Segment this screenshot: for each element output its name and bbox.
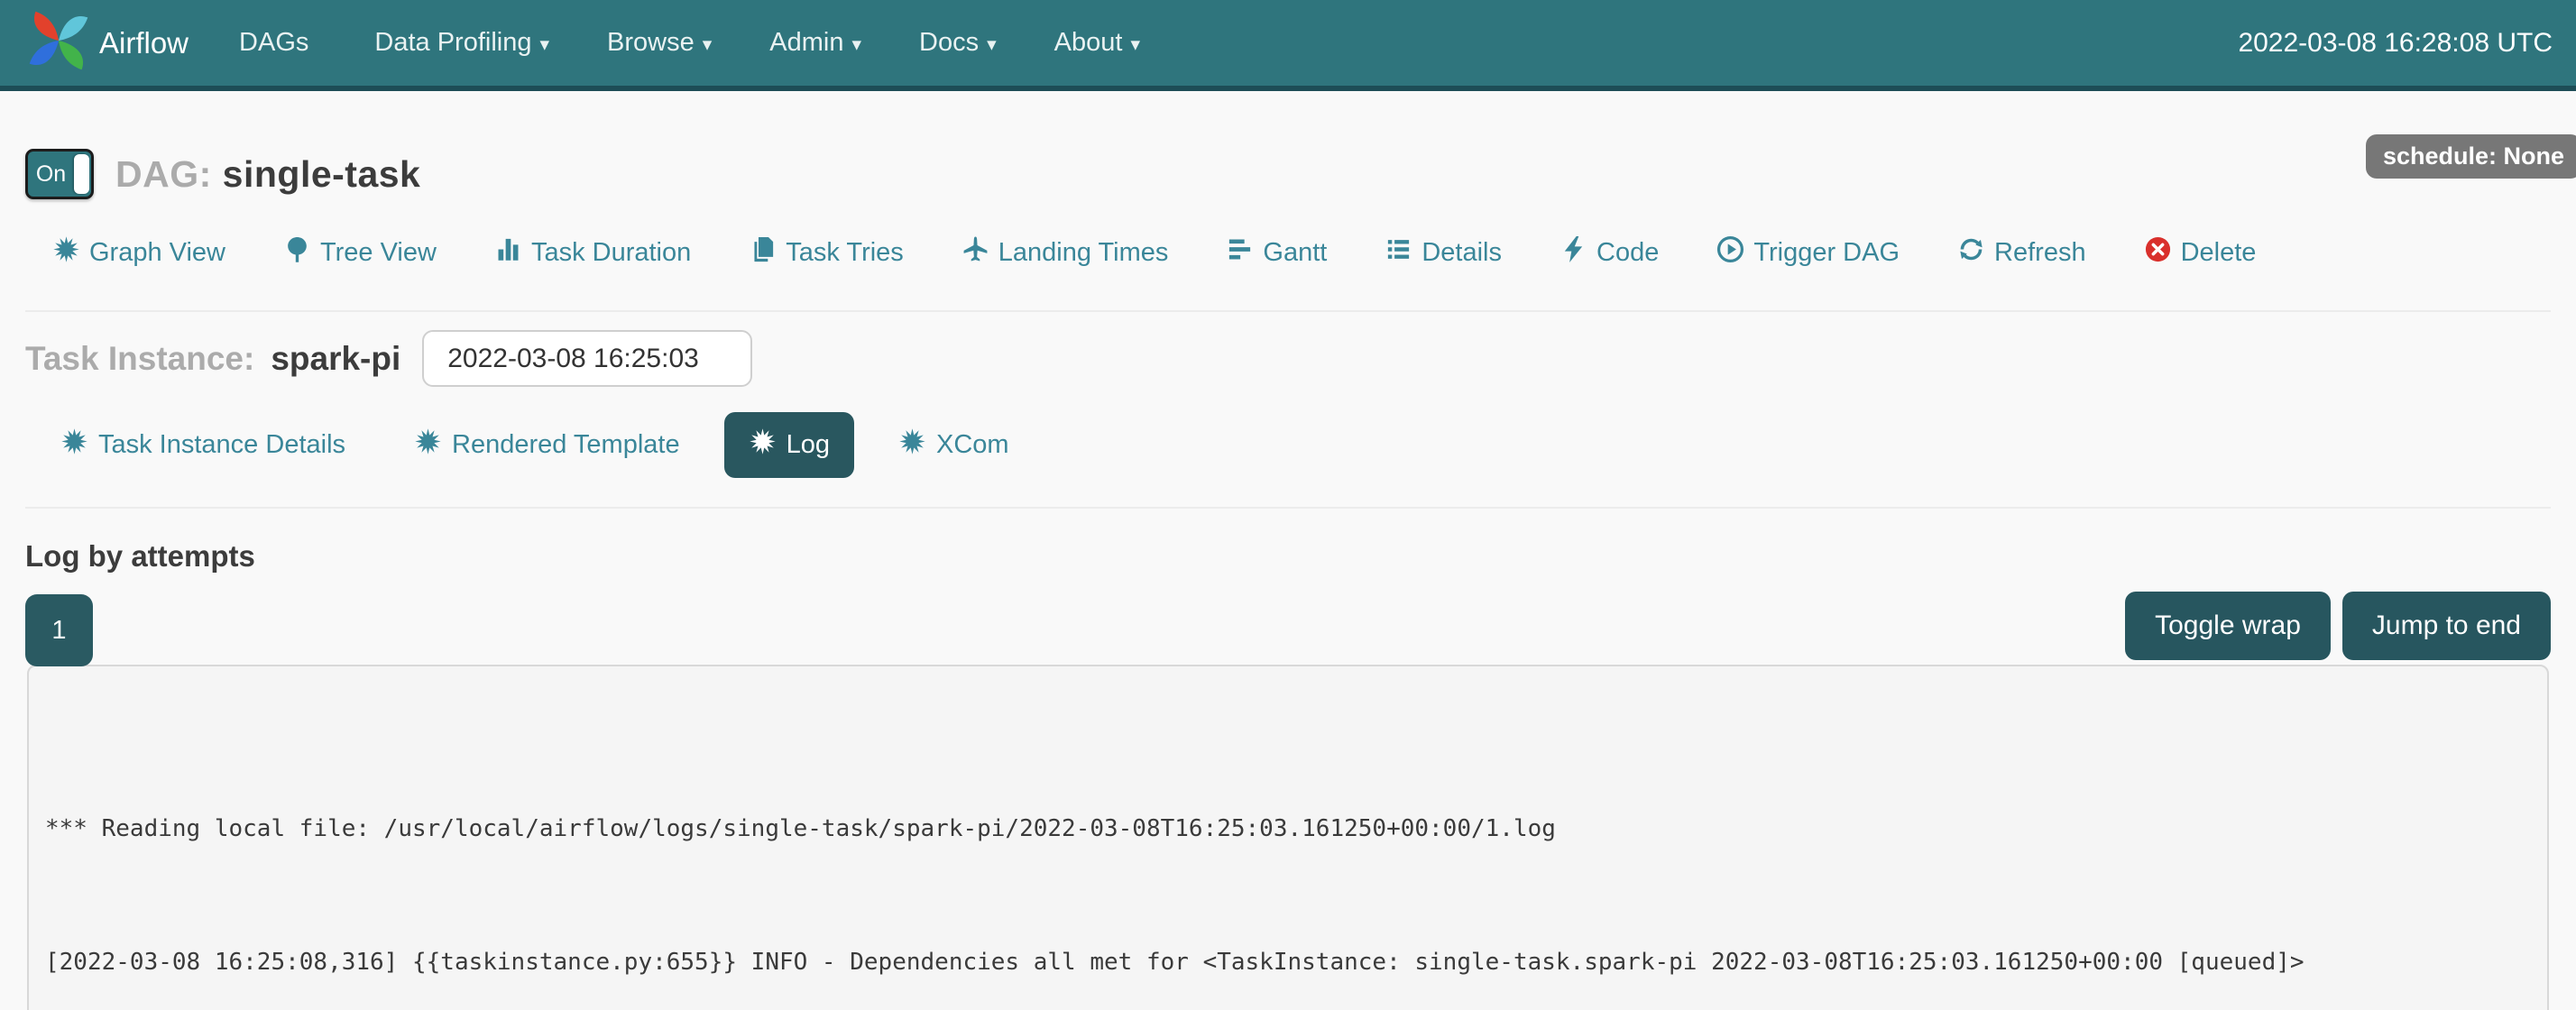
task-instance-label: Task Instance: (25, 340, 254, 378)
task-instance-header: Task Instance: spark-pi (25, 330, 2551, 387)
ti-button-label: Task Instance Details (98, 430, 345, 460)
tab-label: Code (1596, 238, 1659, 268)
tab-graph-view[interactable]: Graph View (52, 235, 225, 271)
ti-button-label: Rendered Template (452, 430, 680, 460)
log-output: *** Reading local file: /usr/local/airfl… (27, 665, 2549, 1010)
execution-date-input[interactable] (422, 330, 752, 387)
button-rendered-template[interactable]: Rendered Template (390, 412, 704, 478)
nav-item-admin[interactable]: Admin ▾ (769, 28, 861, 58)
nav-item-label: Browse (607, 28, 695, 58)
toggle-on-label: On (28, 161, 74, 188)
tab-label: Details (1421, 238, 1502, 268)
tab-refresh[interactable]: Refresh (1957, 235, 2086, 271)
nav-item-label: Admin (769, 28, 843, 58)
tab-label: Graph View (89, 238, 225, 268)
button-task-instance-details[interactable]: Task Instance Details (36, 412, 370, 478)
starburst-icon (749, 427, 777, 463)
dag-prefix: DAG: (115, 153, 212, 195)
dag-name: single-task (223, 153, 421, 195)
section-divider (25, 507, 2551, 509)
tab-label: Task Tries (786, 238, 904, 268)
schedule-badge: schedule: None (2366, 134, 2576, 179)
ti-button-label: Log (787, 430, 830, 460)
gantt-bars-icon (1226, 235, 1254, 271)
copy-icon (749, 235, 777, 271)
delete-circle-icon (2144, 235, 2172, 271)
starburst-icon (898, 427, 926, 463)
top-navbar: Airflow DAGs Data Profiling ▾ Browse ▾ A… (0, 0, 2576, 91)
section-divider (25, 310, 2551, 312)
brand-name: Airflow (99, 26, 189, 60)
ti-button-label: XCom (936, 430, 1009, 460)
button-log[interactable]: Log (724, 412, 854, 478)
tab-label: Gantt (1263, 238, 1327, 268)
dag-header: On DAG: single-task schedule: None (25, 149, 2551, 199)
chevron-down-icon: ▾ (703, 32, 713, 54)
log-controls: 1 Toggle wrap Jump to end (25, 592, 2551, 665)
chevron-down-icon: ▾ (851, 32, 861, 54)
nav-item-browse[interactable]: Browse ▾ (607, 28, 712, 58)
tab-landing-times[interactable]: Landing Times (961, 235, 1169, 271)
plane-icon (961, 235, 989, 271)
page-title: DAG: single-task (115, 153, 420, 196)
tab-label: Tree View (320, 238, 437, 268)
nav-item-dags[interactable]: DAGs (239, 28, 317, 58)
log-line: *** Reading local file: /usr/local/airfl… (45, 813, 2531, 846)
nav-item-label: About (1054, 28, 1123, 58)
bolt-icon (1559, 235, 1587, 271)
jump-to-end-button[interactable]: Jump to end (2342, 592, 2551, 660)
airflow-pinwheel-icon (23, 5, 94, 80)
tab-code[interactable]: Code (1559, 235, 1659, 271)
list-icon (1385, 235, 1412, 271)
tab-task-tries[interactable]: Task Tries (749, 235, 904, 271)
tab-label: Landing Times (998, 238, 1169, 268)
log-line: [2022-03-08 16:25:08,316] {{taskinstance… (45, 946, 2531, 979)
button-xcom[interactable]: XCom (874, 412, 1034, 478)
tab-trigger-dag[interactable]: Trigger DAG (1716, 235, 1900, 271)
bar-chart-icon (494, 235, 522, 271)
nav-item-about[interactable]: About ▾ (1054, 28, 1140, 58)
starburst-icon (414, 427, 442, 463)
chevron-down-icon: ▾ (539, 32, 549, 54)
attempt-1-tab[interactable]: 1 (25, 594, 93, 666)
nav-item-label: Docs (919, 28, 979, 58)
tree-icon (283, 235, 311, 271)
chevron-down-icon: ▾ (1130, 32, 1140, 54)
nav-item-data-profiling[interactable]: Data Profiling ▾ (374, 28, 549, 58)
nav-item-docs[interactable]: Docs ▾ (919, 28, 997, 58)
dag-view-tabs: Graph View Tree View Task Duration Task … (52, 235, 2551, 271)
tab-label: Delete (2181, 238, 2257, 268)
tab-label: Task Duration (531, 238, 691, 268)
tab-tree-view[interactable]: Tree View (283, 235, 437, 271)
toggle-knob (74, 154, 89, 194)
navbar-menu: DAGs Data Profiling ▾ Browse ▾ Admin ▾ D… (239, 28, 1140, 58)
log-by-attempts-heading: Log by attempts (25, 539, 2551, 574)
task-instance-buttons: Task Instance Details Rendered Template … (36, 412, 2551, 478)
tab-label: Refresh (1994, 238, 2086, 268)
airflow-brand-link[interactable]: Airflow (23, 5, 189, 80)
play-circle-icon (1716, 235, 1744, 271)
tab-label: Trigger DAG (1753, 238, 1900, 268)
starburst-icon (60, 427, 88, 463)
tab-task-duration[interactable]: Task Duration (494, 235, 691, 271)
chevron-down-icon: ▾ (987, 32, 997, 54)
starburst-icon (52, 235, 80, 271)
nav-item-label: Data Profiling (374, 28, 531, 58)
tab-details[interactable]: Details (1385, 235, 1502, 271)
tab-gantt[interactable]: Gantt (1226, 235, 1327, 271)
utc-clock: 2022-03-08 16:28:08 UTC (2238, 28, 2553, 59)
log-buttons: Toggle wrap Jump to end (2125, 592, 2551, 665)
dag-pause-toggle[interactable]: On (25, 149, 94, 199)
nav-item-label: DAGs (239, 28, 308, 58)
refresh-icon (1957, 235, 1985, 271)
tab-delete[interactable]: Delete (2144, 235, 2257, 271)
task-name: spark-pi (271, 340, 400, 378)
toggle-wrap-button[interactable]: Toggle wrap (2125, 592, 2331, 660)
